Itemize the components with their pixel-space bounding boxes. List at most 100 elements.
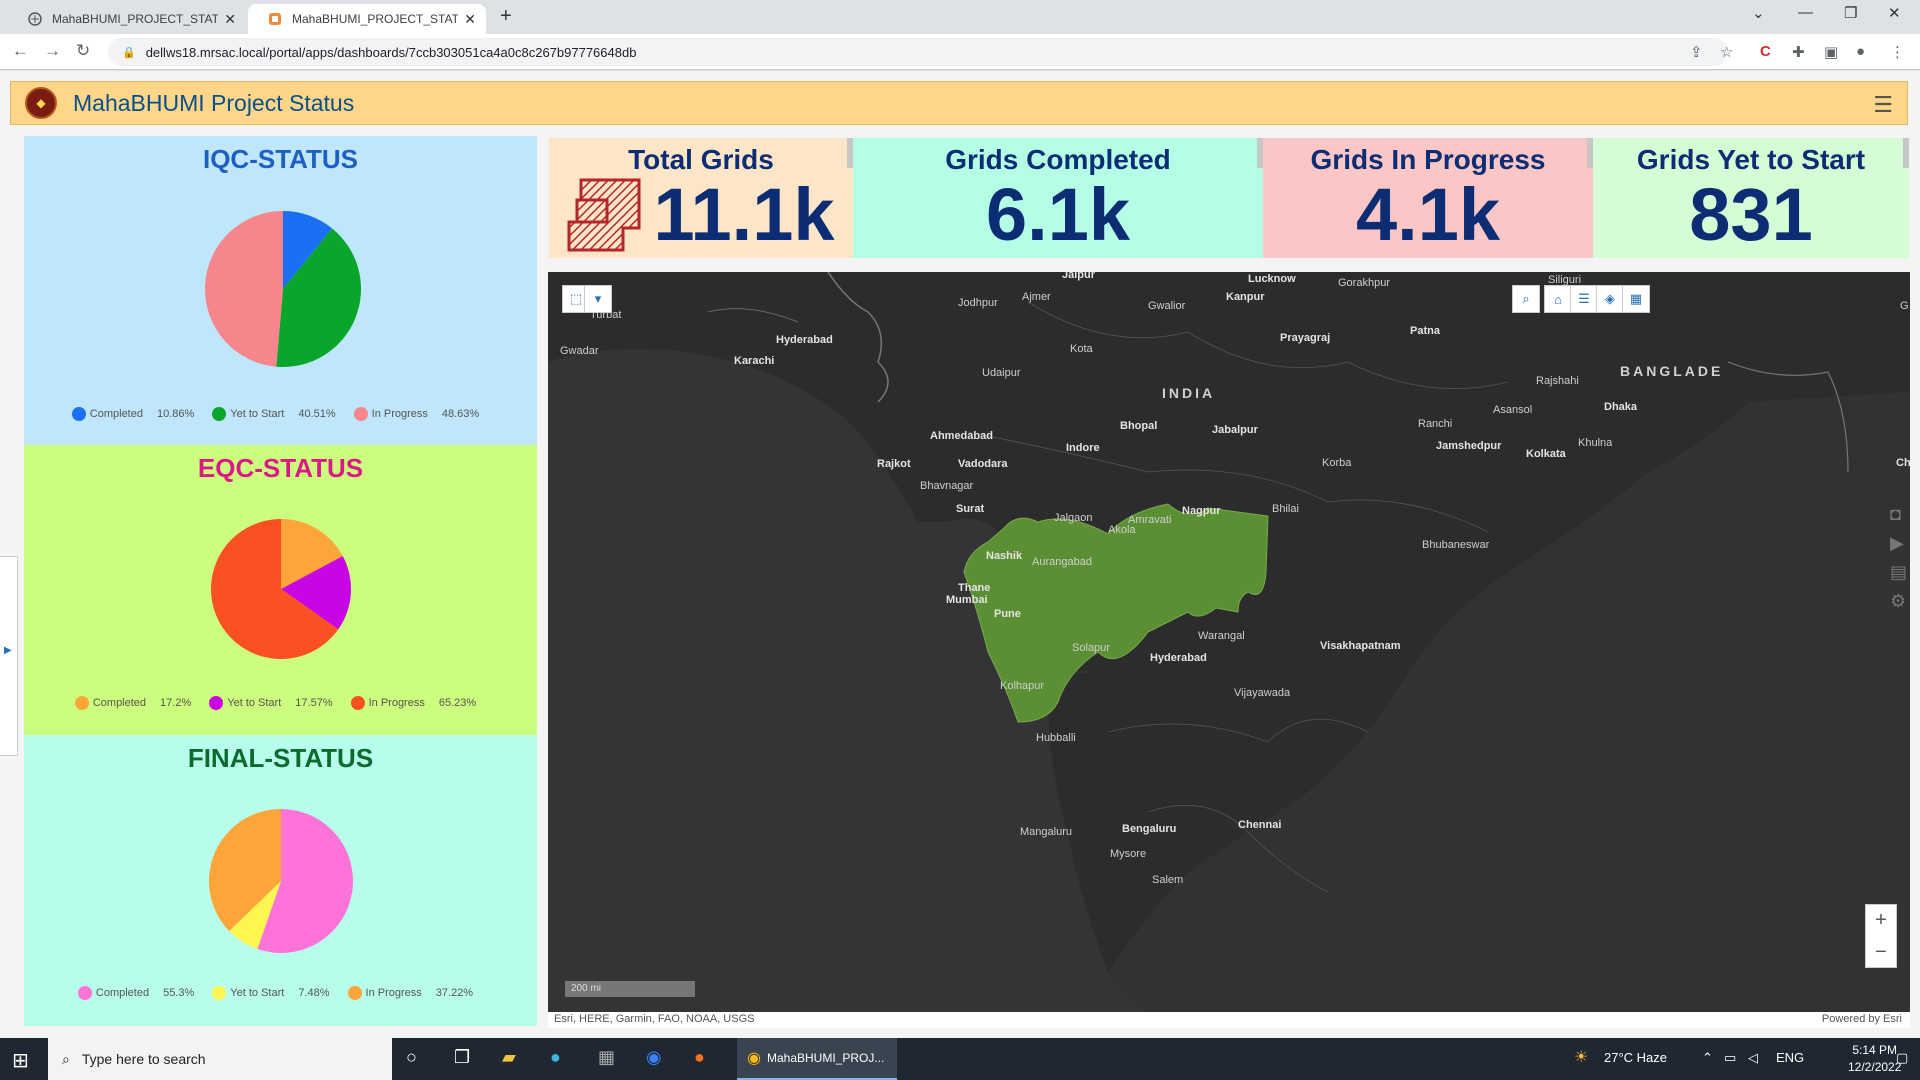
map-city-label: Dhaka: [1604, 401, 1638, 413]
powered-by-esri-link[interactable]: Powered by Esri: [1822, 1013, 1902, 1025]
menu-kebab-icon[interactable]: ⋮: [1890, 43, 1905, 61]
legend-item[interactable]: Yet to Start 40.51%: [212, 407, 345, 421]
kpi-grids-completed: Grids Completed 6.1k: [853, 138, 1263, 258]
close-tab-icon[interactable]: ✕: [224, 11, 236, 28]
map-city-label: Kota: [1070, 343, 1093, 355]
search-icon[interactable]: ⌕: [1512, 285, 1540, 313]
map-city-label: Nagpur: [1182, 505, 1221, 517]
pie-slice-in-progress[interactable]: [205, 211, 283, 367]
back-icon[interactable]: ←: [12, 41, 29, 61]
map-city-label: Patna: [1410, 325, 1440, 337]
map-country-label: BANGLADE: [1620, 363, 1724, 379]
legend-item[interactable]: In Progress 65.23%: [350, 696, 487, 710]
sidepanel-icon[interactable]: ▣: [1824, 43, 1838, 61]
map-city-label: Gwalior: [1148, 300, 1186, 312]
layers-icon[interactable]: ◈: [1596, 285, 1624, 313]
share-icon[interactable]: ⇪: [1690, 43, 1703, 61]
browser-toolbar: ← → ↻ 🔒 dellws18.mrsac.local/portal/apps…: [0, 34, 1920, 70]
eqc-pie-chart[interactable]: [211, 519, 351, 659]
legend-label: Yet to Start: [230, 408, 285, 420]
app-icon[interactable]: ◉: [646, 1047, 662, 1068]
dashboard-header: ◆ MahaBHUMI Project Status ☰: [10, 81, 1908, 125]
scrollbar[interactable]: [1903, 138, 1909, 168]
video-icon[interactable]: ▶: [1890, 533, 1907, 554]
legend-list-icon[interactable]: ☰: [1570, 285, 1598, 313]
legend-swatch: [74, 696, 89, 710]
taskbar-chrome-window[interactable]: ◉ MahaBHUMI_PROJ...: [737, 1038, 897, 1080]
legend-percent: 37.22%: [435, 987, 474, 999]
bookmark-star-icon[interactable]: ☆: [1720, 43, 1733, 61]
legend-item[interactable]: Yet to Start 17.57%: [209, 696, 342, 710]
minimize-icon[interactable]: —: [1798, 4, 1813, 21]
weather-icon[interactable]: ☀: [1574, 1047, 1588, 1067]
map-city-label: Mumbai: [946, 594, 988, 606]
legend-item[interactable]: Completed 55.3%: [77, 986, 204, 1000]
volume-icon[interactable]: ◁: [1748, 1050, 1758, 1066]
gallery-icon[interactable]: ▤: [1890, 562, 1907, 583]
tab-search-chevron-icon[interactable]: ⌄: [1752, 4, 1765, 22]
map-city-label: Khulna: [1578, 437, 1613, 449]
reload-icon[interactable]: ↻: [76, 41, 90, 61]
extensions-puzzle-icon[interactable]: ✚: [1792, 43, 1805, 61]
map-city-label: Ajmer: [1022, 291, 1051, 303]
chevron-down-icon[interactable]: ▾: [584, 285, 612, 313]
weather-text[interactable]: 27°C Haze: [1604, 1050, 1667, 1065]
close-window-icon[interactable]: ✕: [1888, 4, 1901, 22]
tray-chevron-icon[interactable]: ⌃: [1702, 1050, 1713, 1066]
edge-icon[interactable]: ●: [550, 1047, 561, 1068]
browser-tab-1[interactable]: MahaBHUMI_PROJECT_STATUS - ✕: [8, 4, 246, 34]
taskbar-search-box[interactable]: ⌕ Type here to search: [48, 1038, 392, 1080]
map-city-label: Jalgaon: [1054, 512, 1093, 524]
legend-item[interactable]: In Progress 37.22%: [347, 986, 484, 1000]
home-icon[interactable]: ⌂: [1544, 285, 1572, 313]
hamburger-menu-icon[interactable]: ☰: [1873, 92, 1893, 118]
task-view-icon[interactable]: ❐: [454, 1047, 470, 1068]
map-city-label: Hubballi: [1036, 732, 1076, 744]
map-view[interactable]: Jaipur Lucknow Kanpur Gorakhpur Ajmer Jo…: [548, 272, 1910, 1012]
url-text: dellws18.mrsac.local/portal/apps/dashboa…: [145, 44, 637, 60]
firefox-icon[interactable]: ●: [694, 1047, 705, 1068]
legend-item[interactable]: Completed 17.2%: [74, 696, 201, 710]
map-city-label: Jodhpur: [958, 297, 998, 309]
extension-icon[interactable]: C: [1760, 43, 1771, 60]
map-city-label: Pune: [994, 608, 1021, 620]
file-explorer-icon[interactable]: ▰: [502, 1047, 516, 1068]
browser-tab-2-active[interactable]: MahaBHUMI_PROJECT_STATUS ✕: [248, 4, 486, 34]
forward-icon[interactable]: →: [44, 41, 61, 61]
camera-icon[interactable]: ◘: [1890, 504, 1907, 525]
settings-gear-icon[interactable]: ⚙: [1890, 591, 1907, 612]
address-bar[interactable]: 🔒 dellws18.mrsac.local/portal/apps/dashb…: [108, 38, 1728, 66]
grid-map-icon: [567, 178, 641, 252]
legend-swatch: [212, 407, 227, 421]
profile-avatar-icon[interactable]: ●: [1856, 43, 1865, 60]
map-city-label: Kanpur: [1226, 291, 1265, 303]
legend-percent: 10.86%: [156, 408, 195, 420]
legend-item[interactable]: In Progress 48.63%: [353, 407, 490, 421]
final-pie-chart[interactable]: [209, 809, 353, 953]
legend-item[interactable]: Yet to Start 7.48%: [212, 986, 339, 1000]
system-clock[interactable]: 5:14 PM 12/2/2022: [1848, 1042, 1901, 1076]
close-tab-icon[interactable]: ✕: [464, 11, 476, 28]
windows-taskbar: ⊞ ⌕ Type here to search ○ ❐ ▰ ● ▦ ◉ ● ◉ …: [0, 1038, 1920, 1080]
cortana-icon[interactable]: ○: [406, 1047, 417, 1068]
app-logo: ◆: [25, 87, 57, 119]
basemap-gallery-icon[interactable]: ▦: [1622, 285, 1650, 313]
kpi-title: Grids Yet to Start: [1636, 144, 1866, 175]
eqc-chart-title: EQC-STATUS: [197, 453, 364, 483]
map-city-label: Indore: [1066, 442, 1100, 454]
windows-start-icon[interactable]: ⊞: [12, 1048, 29, 1073]
map-city-label: Ranchi: [1418, 418, 1453, 430]
side-panel-toggle[interactable]: ▶: [0, 556, 18, 756]
restore-icon[interactable]: ❐: [1844, 4, 1857, 22]
map-city-label: Thane: [958, 582, 991, 594]
legend-swatch: [350, 696, 365, 710]
zoom-out-icon[interactable]: −: [1866, 937, 1896, 969]
snap-app-icon[interactable]: ▦: [598, 1047, 615, 1068]
notifications-icon[interactable]: ▢: [1896, 1050, 1908, 1066]
legend-item[interactable]: Completed 10.86%: [71, 407, 205, 421]
new-tab-icon[interactable]: +: [500, 5, 512, 28]
zoom-in-icon[interactable]: +: [1866, 905, 1896, 937]
input-language[interactable]: ENG: [1776, 1050, 1804, 1065]
iqc-pie-chart[interactable]: [205, 211, 361, 367]
network-icon[interactable]: ▭: [1724, 1050, 1736, 1066]
